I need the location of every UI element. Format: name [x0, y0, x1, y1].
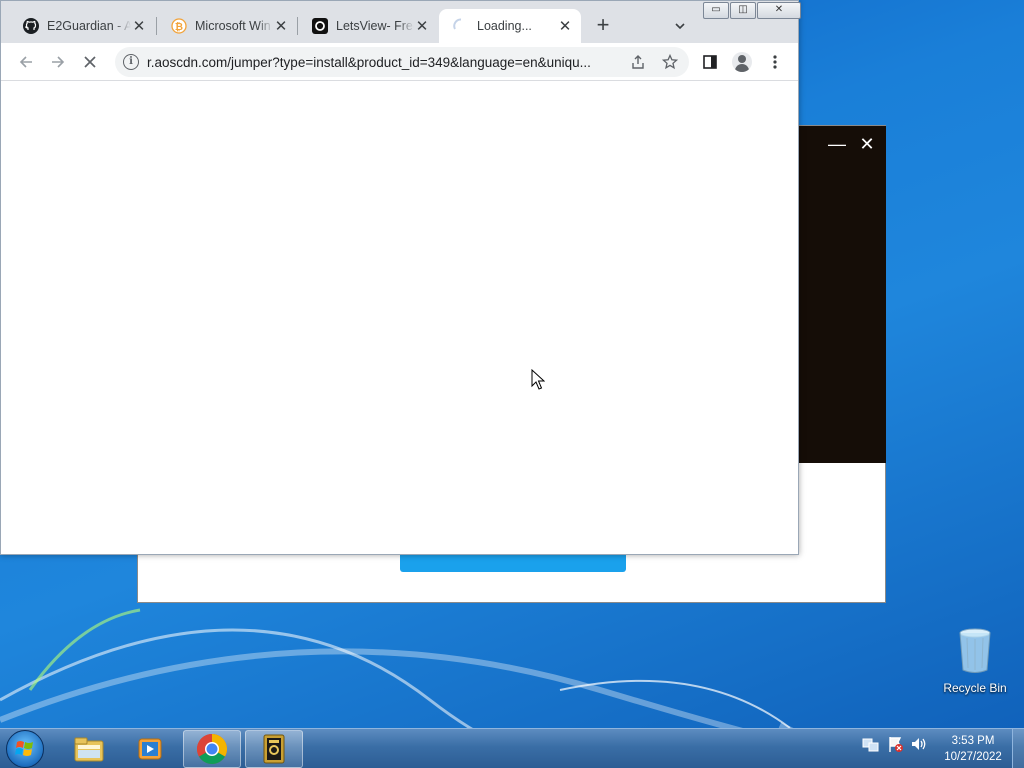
forward-arrow-icon[interactable]	[47, 51, 69, 73]
restore-window-button[interactable]: ◫	[730, 2, 756, 19]
installer-close-button[interactable]: ✕	[856, 134, 878, 154]
taskbar-installer-app[interactable]	[245, 730, 303, 768]
new-tab-button[interactable]: +	[591, 14, 615, 38]
tab-loading[interactable]: Loading... ✕	[439, 9, 581, 43]
system-tray	[862, 735, 928, 753]
mouse-cursor-icon	[531, 369, 545, 390]
chrome-icon	[196, 734, 228, 765]
close-window-button[interactable]: ✕	[757, 2, 801, 19]
share-icon[interactable]	[628, 52, 648, 72]
browser-window: E2Guardian - A ✕ ₿ Microsoft Win ✕ LetsV…	[0, 0, 801, 555]
tab-title: Loading...	[477, 19, 532, 33]
github-icon	[23, 18, 39, 34]
start-button[interactable]	[6, 730, 44, 768]
recycle-bin-shortcut[interactable]: Recycle Bin	[938, 628, 1012, 695]
bookmark-star-icon[interactable]	[660, 52, 680, 72]
bitcoin-icon: ₿	[171, 18, 187, 34]
page-content-area	[1, 82, 798, 554]
windows-logo-icon	[15, 741, 33, 756]
loading-spinner-icon	[453, 18, 469, 34]
tab-strip: E2Guardian - A ✕ ₿ Microsoft Win ✕ LetsV…	[1, 1, 801, 43]
close-tab-icon[interactable]: ✕	[557, 17, 573, 35]
tab-microsoft-windows[interactable]: ₿ Microsoft Win ✕	[157, 9, 297, 43]
taskbar-chrome[interactable]	[183, 730, 241, 768]
tab-title: E2Guardian - A	[47, 19, 131, 33]
system-clock[interactable]: 3:53 PM 10/27/2022	[938, 733, 1008, 765]
close-tab-icon[interactable]: ✕	[131, 17, 147, 35]
clock-date: 10/27/2022	[944, 751, 1002, 763]
tab-letsview[interactable]: LetsView- Free ✕	[298, 9, 438, 43]
installer-minimize-button[interactable]: —	[826, 134, 848, 154]
letsview-icon	[312, 18, 328, 34]
close-tab-icon[interactable]: ✕	[273, 17, 289, 35]
recycle-bin-icon	[959, 628, 991, 673]
close-tab-icon[interactable]: ✕	[414, 17, 430, 35]
tab-search-icon[interactable]	[669, 15, 691, 37]
installer-primary-button[interactable]	[400, 554, 626, 572]
taskbar-media-player[interactable]	[121, 730, 179, 768]
address-bar[interactable]: i r.aoscdn.com/jumper?type=install&produ…	[115, 47, 689, 77]
more-menu-icon[interactable]	[764, 51, 786, 73]
address-url: r.aoscdn.com/jumper?type=install&product…	[147, 55, 591, 70]
clock-time: 3:53 PM	[951, 735, 995, 747]
side-panel-icon[interactable]	[699, 51, 721, 73]
browser-toolbar: i r.aoscdn.com/jumper?type=install&produ…	[1, 43, 798, 81]
volume-icon[interactable]	[910, 735, 928, 753]
back-arrow-icon[interactable]	[15, 51, 37, 73]
recycle-bin-label: Recycle Bin	[943, 681, 1007, 695]
svg-text:₿: ₿	[175, 21, 183, 33]
show-desktop-button[interactable]	[1012, 729, 1024, 768]
taskbar-file-explorer[interactable]	[60, 730, 118, 768]
media-player-icon	[138, 738, 162, 760]
tab-title: Microsoft Win	[195, 19, 271, 33]
network-icon[interactable]	[862, 735, 880, 753]
tab-title: LetsView- Free	[336, 19, 414, 33]
site-info-icon[interactable]: i	[123, 54, 139, 70]
tab-e2guardian[interactable]: E2Guardian - A ✕	[9, 9, 155, 43]
minimize-window-button[interactable]: ▭	[703, 2, 729, 19]
file-explorer-icon	[74, 737, 104, 762]
taskbar: 3:53 PM 10/27/2022	[0, 728, 1024, 768]
action-center-flag-icon[interactable]	[886, 735, 904, 753]
window-controls: ▭ ◫ ✕	[703, 2, 802, 19]
profile-avatar-icon[interactable]	[732, 52, 752, 72]
installer-dark-panel: — ✕	[798, 126, 886, 463]
stop-loading-icon[interactable]	[79, 51, 101, 73]
installer-app-icon	[263, 734, 285, 764]
